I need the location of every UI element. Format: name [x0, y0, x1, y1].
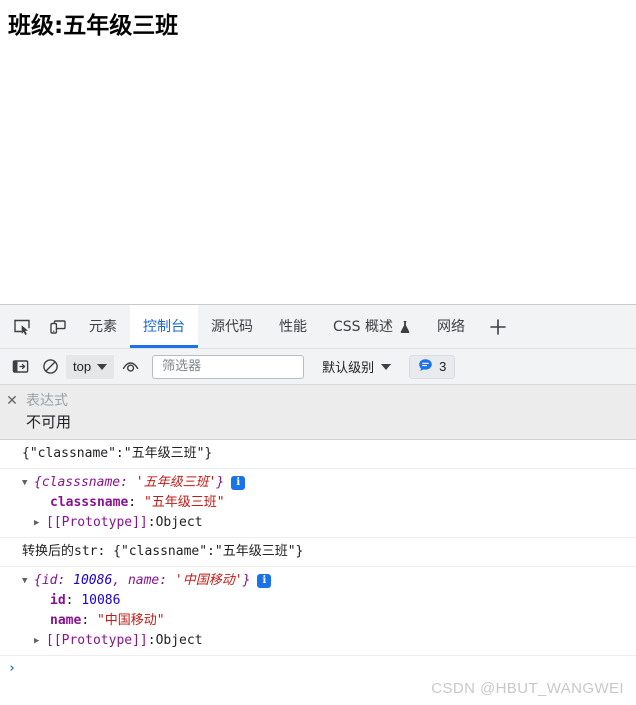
- log-level-selector[interactable]: 默认级别: [316, 355, 397, 379]
- tab-label: 元素: [89, 318, 117, 335]
- search-input[interactable]: [160, 358, 297, 375]
- tab-label: 源代码: [211, 318, 253, 335]
- preview-colon: :: [120, 475, 136, 490]
- more-tabs-add-icon[interactable]: [478, 305, 518, 348]
- show-console-sidebar-icon[interactable]: [6, 354, 34, 380]
- preview-colon: :: [57, 573, 74, 588]
- console-message: {classsname: '五年级三班'} i classsname: "五年级…: [0, 469, 636, 538]
- preview-value-2: '中国移动': [174, 573, 243, 588]
- tab-label: 控制台: [143, 318, 185, 335]
- prompt-chevron-icon: ›: [8, 661, 16, 676]
- object-preview: {id: 10086, name: '中国移动'}: [34, 571, 250, 591]
- inspect-element-icon[interactable]: [4, 305, 40, 348]
- create-live-expression-icon[interactable]: [116, 354, 144, 380]
- property-key: classsname: [50, 495, 129, 510]
- prototype-key: [[Prototype]]: [46, 515, 148, 530]
- page-title: 班级:五年级三班: [8, 13, 179, 39]
- console-message: {id: 10086, name: '中国移动'} i id: 10086 na…: [0, 567, 636, 656]
- disclosure-triangle-icon[interactable]: [22, 571, 34, 591]
- chevron-down-icon: [381, 363, 392, 370]
- console-prompt[interactable]: ›: [0, 656, 636, 682]
- log-level-label: 默认级别: [322, 361, 375, 376]
- object-preview: {classsname: '五年级三班'}: [34, 473, 224, 493]
- object-preview-row[interactable]: {id: 10086, name: '中国移动'} i: [0, 571, 636, 591]
- devtools-panel: 元素 控制台 源代码 性能 CSS 概述 网络 top 筛选器 默认级别 3 ✕…: [0, 304, 636, 705]
- console-filter-box[interactable]: [152, 354, 305, 379]
- object-property-row[interactable]: name: "中国移动": [0, 611, 636, 631]
- message-count-badge[interactable]: 3: [409, 354, 456, 379]
- console-message: 转换后的str: {"classname":"五年级三班"}: [0, 538, 636, 567]
- watermark: CSDN @HBUT_WANGWEI: [431, 680, 624, 697]
- object-prototype-row[interactable]: [[Prototype]]: Object: [0, 631, 636, 651]
- tab-css-overview[interactable]: CSS 概述: [320, 305, 424, 348]
- experiment-flask-icon: [399, 320, 411, 334]
- property-separator: :: [81, 613, 97, 628]
- object-property-row[interactable]: id: 10086: [0, 591, 636, 611]
- preview-comma: ,: [112, 573, 128, 588]
- disclosure-triangle-icon[interactable]: [34, 631, 46, 651]
- preview-key: id: [41, 573, 58, 588]
- tab-sources[interactable]: 源代码: [198, 305, 266, 348]
- console-message: {"classname":"五年级三班"}: [0, 440, 636, 469]
- chevron-down-icon: [97, 363, 108, 370]
- prototype-separator: :: [147, 515, 156, 530]
- prototype-key: [[Prototype]]: [46, 633, 148, 648]
- object-prototype-row[interactable]: [[Prototype]]: Object: [0, 513, 636, 533]
- property-separator: :: [65, 593, 82, 608]
- info-icon[interactable]: i: [257, 574, 272, 588]
- property-key: name: [50, 613, 82, 628]
- property-separator: :: [128, 495, 144, 510]
- info-icon[interactable]: i: [231, 476, 246, 490]
- console-toolbar: top 默认级别 3: [0, 349, 636, 385]
- tab-console[interactable]: 控制台: [130, 305, 198, 348]
- prototype-separator: :: [147, 633, 156, 648]
- brace-close: }: [242, 573, 251, 588]
- console-message-text: 转换后的str: {"classname":"五年级三班"}: [22, 544, 304, 559]
- console-message-list: {"classname":"五年级三班"} {classsname: '五年级三…: [0, 440, 636, 705]
- object-property-row[interactable]: classsname: "五年级三班": [0, 493, 636, 513]
- tab-elements[interactable]: 元素: [76, 305, 130, 348]
- tab-network[interactable]: 网络: [424, 305, 478, 348]
- brace-open: {: [34, 475, 42, 490]
- preview-value: 10086: [73, 573, 113, 588]
- live-expression-value: 不可用: [26, 413, 72, 431]
- live-expression-name[interactable]: 表达式: [26, 390, 68, 410]
- prototype-value: Object: [155, 515, 203, 530]
- page-viewport: 班级:五年级三班: [0, 0, 636, 304]
- brace-open: {: [34, 573, 42, 588]
- property-value: 10086: [81, 593, 121, 608]
- disclosure-triangle-icon[interactable]: [34, 513, 46, 533]
- clear-console-icon[interactable]: [36, 354, 64, 380]
- tab-label: 网络: [437, 318, 465, 335]
- prototype-value: Object: [155, 633, 203, 648]
- preview-colon-2: :: [159, 573, 175, 588]
- preview-key-2: name: [127, 573, 160, 588]
- execution-context-label: top: [73, 359, 92, 374]
- tab-performance[interactable]: 性能: [266, 305, 320, 348]
- object-preview-row[interactable]: {classsname: '五年级三班'} i: [0, 473, 636, 493]
- message-bubble-icon: [418, 358, 433, 376]
- brace-close: }: [216, 475, 225, 490]
- property-key: id: [50, 593, 66, 608]
- tab-label: CSS 概述: [333, 318, 393, 335]
- close-icon[interactable]: ✕: [6, 393, 18, 407]
- console-prompt-input[interactable]: [16, 660, 636, 678]
- preview-value: '五年级三班': [135, 475, 217, 490]
- disclosure-triangle-icon[interactable]: [22, 473, 34, 493]
- message-count-label: 3: [439, 359, 447, 374]
- preview-key: classsname: [41, 475, 121, 490]
- live-expression-header: ✕ 表达式: [0, 390, 636, 410]
- console-message-text: {"classname":"五年级三班"}: [22, 446, 213, 461]
- property-value: "五年级三班": [143, 495, 225, 510]
- devtools-tabstrip: 元素 控制台 源代码 性能 CSS 概述 网络: [0, 305, 636, 349]
- execution-context-selector[interactable]: top: [66, 354, 115, 379]
- property-value: "中国移动": [96, 613, 165, 628]
- live-expression-pane: ✕ 表达式 不可用: [0, 385, 636, 440]
- tab-label: 性能: [279, 318, 307, 335]
- device-toolbar-icon[interactable]: [40, 305, 76, 348]
